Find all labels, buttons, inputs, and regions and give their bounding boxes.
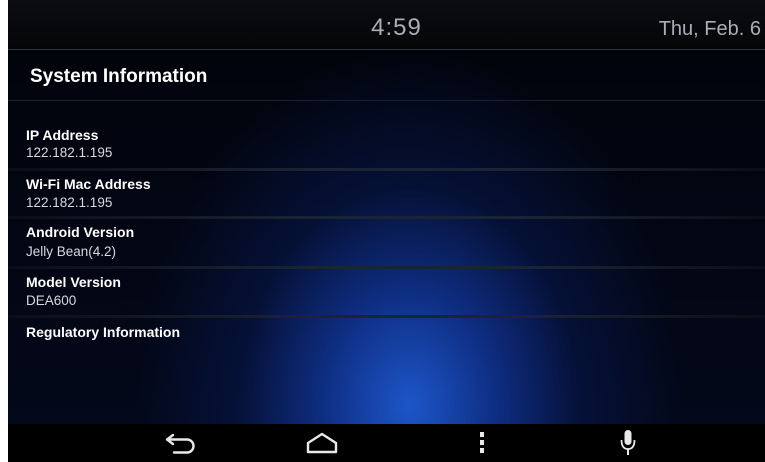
- list-divider: [8, 216, 765, 219]
- head-unit-display: 4:59 Thu, Feb. 6 System Information IP A…: [8, 0, 765, 462]
- menu-button[interactable]: [458, 427, 506, 459]
- list-item-value: DEA600: [26, 293, 77, 308]
- list-item-wifi-mac-address[interactable]: Wi-Fi Mac Address 122.182.1.195: [8, 173, 765, 213]
- list-divider: [8, 315, 765, 318]
- list-divider: [8, 266, 765, 269]
- list-item-regulatory-information[interactable]: Regulatory Information: [8, 320, 765, 350]
- list-item-android-version[interactable]: Android Version Jelly Bean(4.2): [8, 221, 765, 265]
- status-bar: 4:59 Thu, Feb. 6: [8, 0, 765, 50]
- home-button[interactable]: [298, 427, 346, 459]
- back-icon: [165, 433, 195, 454]
- list-item-value: 122.182.1.195: [26, 145, 113, 160]
- list-item-value: 122.182.1.195: [26, 195, 113, 210]
- list-item-ip-address[interactable]: IP Address 122.182.1.195: [8, 124, 765, 164]
- voice-button[interactable]: [604, 427, 652, 459]
- status-clock: 4:59: [371, 14, 422, 41]
- page-title: System Information: [30, 66, 208, 87]
- list-item-label: Wi-Fi Mac Address: [26, 176, 151, 192]
- list-item-model-version[interactable]: Model Version DEA600: [8, 271, 765, 313]
- navigation-bar: [8, 424, 765, 462]
- home-icon: [306, 432, 338, 454]
- back-button[interactable]: [158, 427, 206, 459]
- list-divider: [8, 168, 765, 171]
- list-item-label: Android Version: [26, 224, 135, 240]
- list-item-value: Jelly Bean(4.2): [26, 244, 117, 259]
- microphone-icon: [620, 430, 636, 455]
- list-item-label: Regulatory Information: [26, 324, 181, 340]
- screen: 4:59 Thu, Feb. 6 System Information IP A…: [0, 0, 765, 462]
- status-bar-divider: [8, 49, 765, 50]
- title-divider: [8, 100, 765, 101]
- list-item-label: IP Address: [26, 127, 99, 143]
- status-date: Thu, Feb. 6: [658, 18, 761, 40]
- menu-icon: [480, 432, 484, 453]
- list-item-label: Model Version: [26, 274, 121, 290]
